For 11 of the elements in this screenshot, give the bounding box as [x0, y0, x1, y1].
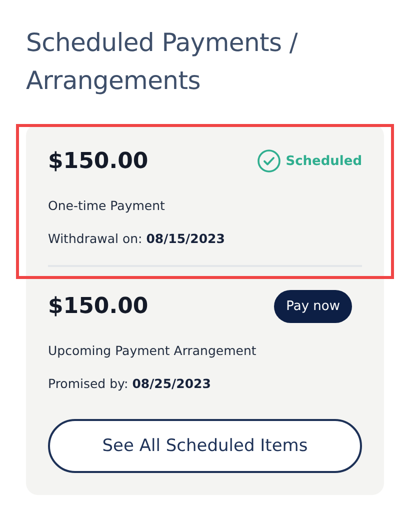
see-all-button[interactable]: See All Scheduled Items: [48, 419, 362, 473]
payment-date: Withdrawal on: 08/15/2023: [48, 231, 226, 246]
pay-now-button[interactable]: Pay now: [274, 290, 352, 322]
payment-amount: $150.00: [48, 148, 148, 174]
status-label: Scheduled: [286, 154, 362, 168]
payment-amount: $150.00: [48, 294, 148, 318]
section-title: Scheduled Payments / Arrangements: [26, 27, 299, 97]
payment-date: Promised by: 08/25/2023: [48, 376, 212, 391]
check-circle-icon: [256, 149, 281, 173]
payment-type: One-time Payment: [48, 198, 166, 213]
payment-type: Upcoming Payment Arrangement: [48, 343, 258, 358]
